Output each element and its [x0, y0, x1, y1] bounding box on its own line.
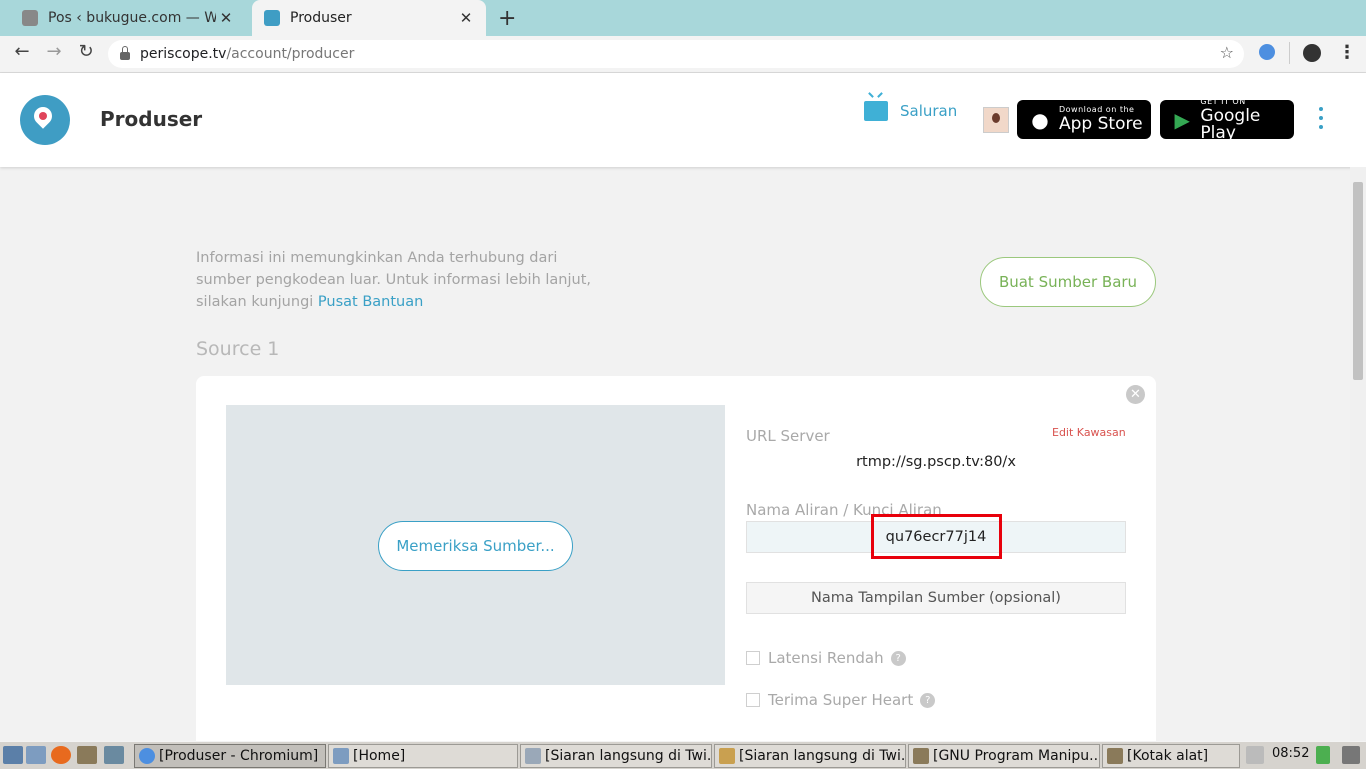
folder-icon [333, 748, 349, 764]
channels-link[interactable]: Saluran [864, 101, 957, 121]
google-play-big-text: Google Play [1200, 105, 1261, 143]
battery-icon[interactable] [1316, 746, 1330, 764]
task-label: [Home] [353, 748, 406, 764]
bookmark-star-icon[interactable]: ☆ [1220, 43, 1234, 62]
taskbar-item-toolbox[interactable]: [Kotak alat] [1102, 744, 1240, 768]
forward-icon[interactable]: → [41, 41, 67, 62]
info-text: Informasi ini memungkinkan Anda terhubun… [196, 247, 616, 313]
browser-tab-produser[interactable]: Produser ✕ [252, 0, 486, 36]
source-display-name-input[interactable]: Nama Tampilan Sumber (opsional) [746, 582, 1126, 614]
app-store-big-text: App Store [1059, 114, 1143, 134]
create-new-source-button[interactable]: Buat Sumber Baru [980, 257, 1156, 307]
low-latency-label: Latensi Rendah [768, 649, 884, 667]
taskbar-item-chromium[interactable]: [Produser - Chromium] [134, 744, 326, 768]
help-center-link[interactable]: Pusat Bantuan [318, 294, 423, 310]
clock: 08:52 [1272, 746, 1310, 761]
page-scrollbar-thumb[interactable] [1353, 182, 1363, 380]
edit-region-link[interactable]: Edit Kawasan [1052, 426, 1126, 439]
source-title: Source 1 [196, 338, 280, 360]
task-label: [Produser - Chromium] [159, 748, 319, 764]
task-label: [Siaran langsung di Twi... [545, 748, 712, 764]
task-label: [GNU Program Manipu... [933, 748, 1100, 764]
chromium-icon [139, 748, 155, 764]
lock-icon [120, 46, 130, 60]
close-source-icon[interactable]: ✕ [1126, 385, 1145, 404]
volume-icon[interactable] [1246, 746, 1264, 764]
app-icon [525, 748, 541, 764]
task-label: [Siaran langsung di Twi... [739, 748, 906, 764]
url-path: /account/producer [226, 46, 355, 62]
google-play-button[interactable]: ▶ GET IT ON Google Play [1160, 96, 1294, 143]
server-url-label: URL Server [746, 427, 830, 445]
super-heart-checkbox[interactable] [746, 693, 760, 707]
profile-icon[interactable] [1303, 44, 1321, 62]
google-play-small-text: GET IT ON [1200, 96, 1246, 106]
taskbar-item-gimp[interactable]: [GNU Program Manipu... [908, 744, 1100, 768]
gimp-icon [913, 748, 929, 764]
google-play-icon: ▶ [1174, 107, 1190, 132]
super-heart-label: Terima Super Heart [768, 691, 914, 709]
system-tool-icon[interactable] [104, 746, 124, 764]
extension-icon[interactable] [1259, 44, 1275, 60]
avatar[interactable] [983, 107, 1009, 133]
firefox-icon[interactable] [51, 746, 71, 764]
browser-tab-bar: Pos ‹ bukugue.com — Wo ✕ Produser ✕ + [0, 0, 1366, 36]
toolbar-divider [1289, 42, 1290, 64]
close-tab-icon[interactable]: ✕ [456, 9, 476, 27]
address-bar[interactable]: periscope.tv/account/producer ☆ [108, 40, 1244, 68]
browser-tab-bukugue[interactable]: Pos ‹ bukugue.com — Wo ✕ [10, 0, 246, 36]
help-icon[interactable]: ? [890, 650, 906, 666]
periscope-favicon-icon [264, 10, 280, 26]
tab-title: Produser [290, 10, 352, 26]
check-source-button[interactable]: Memeriksa Sumber... [378, 521, 573, 571]
task-label: [Kotak alat] [1127, 748, 1209, 764]
channels-label: Saluran [900, 102, 958, 120]
server-url-value[interactable]: rtmp://sg.pscp.tv:80/x [746, 454, 1126, 470]
app-store-small-text: Download on the [1059, 105, 1135, 114]
image-icon [719, 748, 735, 764]
os-taskbar: [Produser - Chromium] [Home] [Siaran lan… [0, 741, 1366, 769]
stream-key-highlight-box [871, 514, 1002, 559]
low-latency-checkbox[interactable] [746, 651, 760, 665]
url-host: periscope.tv [140, 46, 227, 62]
new-tab-icon[interactable]: + [498, 6, 516, 31]
gimp-launcher-icon[interactable] [77, 746, 97, 764]
tv-icon [864, 101, 888, 121]
page-title: Produser [100, 107, 203, 131]
super-heart-option[interactable]: Terima Super Heart ? [746, 691, 936, 709]
desktop-icon[interactable] [3, 746, 23, 764]
apple-icon: ● [1031, 107, 1049, 132]
browser-menu-icon[interactable]: ⋮ [1338, 42, 1356, 63]
network-icon[interactable] [1342, 746, 1360, 764]
back-icon[interactable]: ← [9, 41, 35, 62]
page-header: Produser Saluran ● Download on the App S… [0, 73, 1366, 167]
taskbar-item-twitter-1[interactable]: [Siaran langsung di Twi... [520, 744, 712, 768]
reload-icon[interactable]: ↻ [73, 41, 99, 62]
close-tab-icon[interactable]: ✕ [216, 9, 236, 27]
file-manager-icon[interactable] [26, 746, 46, 764]
more-options-icon[interactable] [1314, 107, 1328, 134]
help-icon[interactable]: ? [920, 692, 936, 708]
wordpress-favicon-icon [22, 10, 38, 26]
browser-toolbar: ← → ↻ periscope.tv/account/producer ☆ ⋮ [0, 36, 1366, 73]
taskbar-item-twitter-2[interactable]: [Siaran langsung di Twi... [714, 744, 906, 768]
tab-title: Pos ‹ bukugue.com — Wo [48, 10, 216, 26]
low-latency-option[interactable]: Latensi Rendah ? [746, 649, 906, 667]
gimp-icon [1107, 748, 1123, 764]
app-store-button[interactable]: ● Download on the App Store [1017, 100, 1151, 139]
periscope-logo-icon[interactable] [20, 95, 70, 145]
taskbar-item-home[interactable]: [Home] [328, 744, 518, 768]
